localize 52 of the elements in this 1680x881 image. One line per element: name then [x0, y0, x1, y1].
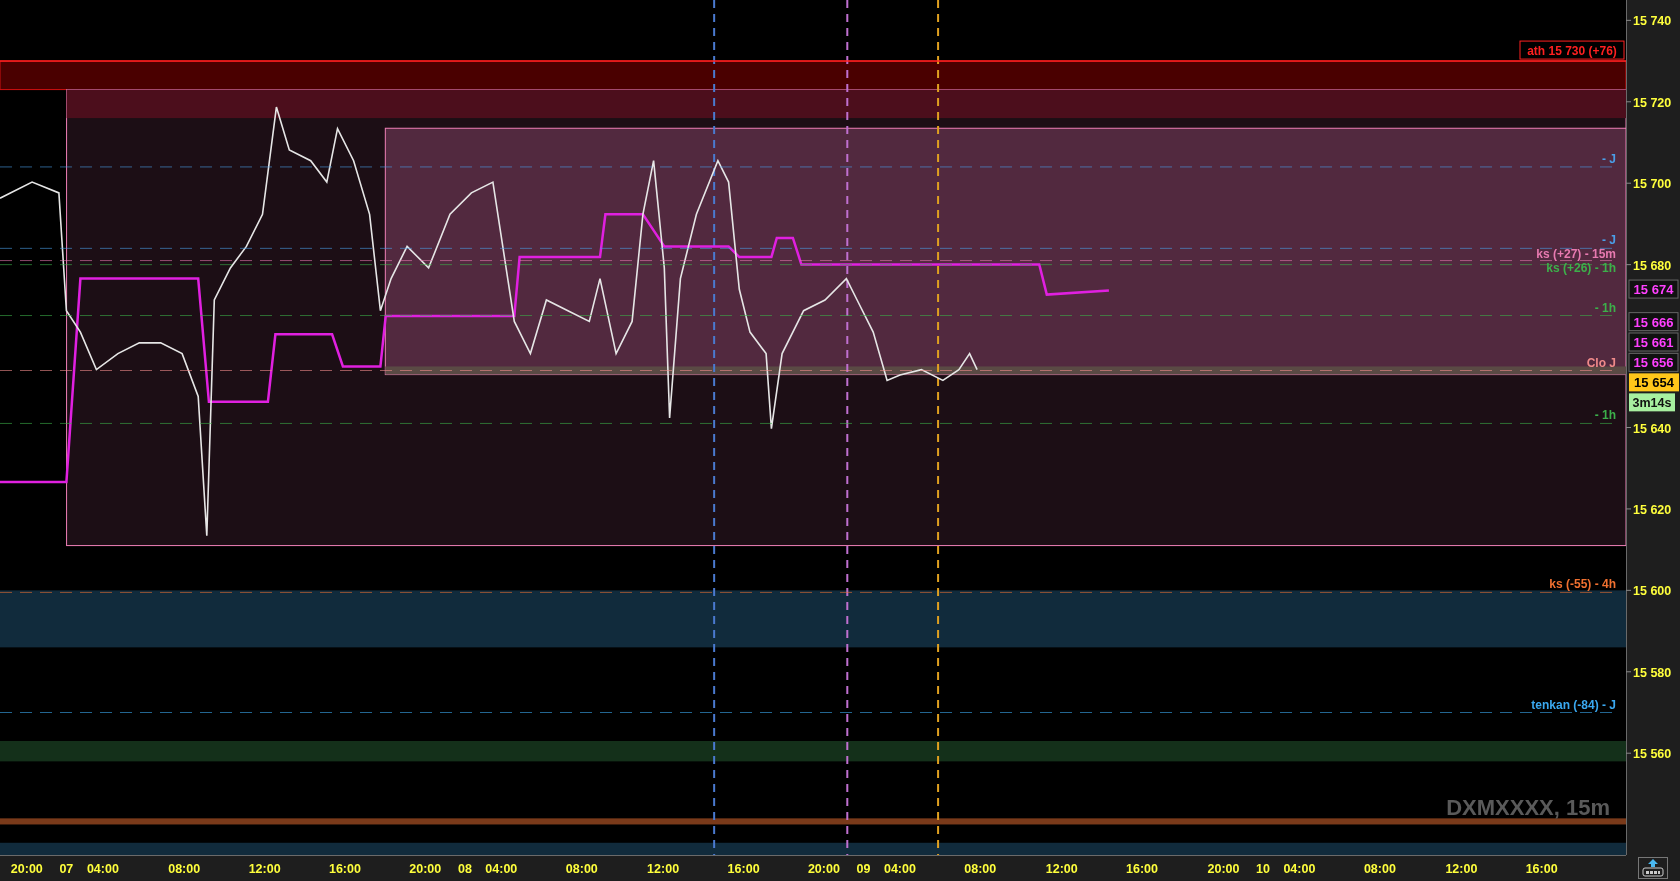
time-tick: 20:00 — [409, 862, 442, 876]
price-tick: 15 600 — [1633, 584, 1672, 599]
price-tick: 15 560 — [1633, 747, 1672, 762]
price-tick: 15 720 — [1633, 95, 1672, 110]
level-label: ath 15 730 (+76) — [1527, 44, 1617, 59]
time-tick: 16:00 — [727, 862, 760, 876]
time-tick: 12:00 — [1045, 862, 1078, 876]
level-label: - 1h — [1594, 408, 1616, 423]
price-marker: 15 656 — [1628, 352, 1679, 372]
price-marker: 15 674 — [1628, 279, 1679, 299]
price-tick: 15 640 — [1633, 421, 1672, 436]
time-tick: 20:00 — [807, 862, 840, 876]
time-tick: 16:00 — [1525, 862, 1558, 876]
current-price-marker: 15 654 — [1629, 373, 1679, 392]
level-label: ks (+27) - 15m — [1536, 247, 1616, 262]
price-tick: 15 680 — [1633, 258, 1672, 273]
time-tick: 20:00 — [1207, 862, 1240, 876]
time-tick: 04:00 — [485, 862, 518, 876]
price-tick: 15 580 — [1633, 665, 1672, 680]
time-tick: 08:00 — [964, 862, 997, 876]
price-marker: 15 666 — [1628, 312, 1679, 332]
time-tick: 04:00 — [86, 862, 119, 876]
time-tick: 08:00 — [168, 862, 201, 876]
time-tick: 07 — [59, 862, 74, 876]
time-tick: 08:00 — [1363, 862, 1396, 876]
price-marker: 15 661 — [1628, 332, 1679, 352]
level-label: - 1h — [1594, 300, 1616, 315]
candle-timer: 3m14s — [1629, 393, 1675, 412]
symbol-label: DXMXXXX, 15m — [1446, 795, 1610, 820]
time-tick: 12:00 — [647, 862, 680, 876]
time-tick: 16:00 — [329, 862, 361, 876]
price-tick: 15 620 — [1633, 502, 1672, 517]
level-label: - J — [1602, 151, 1616, 166]
price-tick: 15 740 — [1633, 14, 1672, 29]
time-tick: 04:00 — [883, 862, 916, 876]
time-tick: 10 — [1256, 862, 1271, 876]
time-tick: 09 — [856, 862, 871, 876]
level-label: Clo J — [1586, 355, 1616, 370]
level-label: ks (+26) - 1h — [1546, 261, 1616, 276]
time-tick: 08 — [458, 862, 472, 876]
time-tick: 12:00 — [1445, 862, 1478, 876]
time-tick: 16:00 — [1126, 862, 1159, 876]
level-label: - J — [1602, 233, 1616, 248]
scroll-button[interactable] — [1638, 857, 1668, 879]
price-tick: 15 700 — [1633, 177, 1672, 192]
time-tick: 12:00 — [248, 862, 281, 876]
level-label: tenkan (-84) - J — [1531, 697, 1616, 712]
time-tick: 08:00 — [565, 862, 598, 876]
time-tick: 04:00 — [1283, 862, 1316, 876]
time-tick: 20:00 — [10, 862, 43, 876]
arrow-up-icon — [1642, 859, 1664, 877]
level-label: ks (-55) - 4h — [1549, 577, 1616, 592]
